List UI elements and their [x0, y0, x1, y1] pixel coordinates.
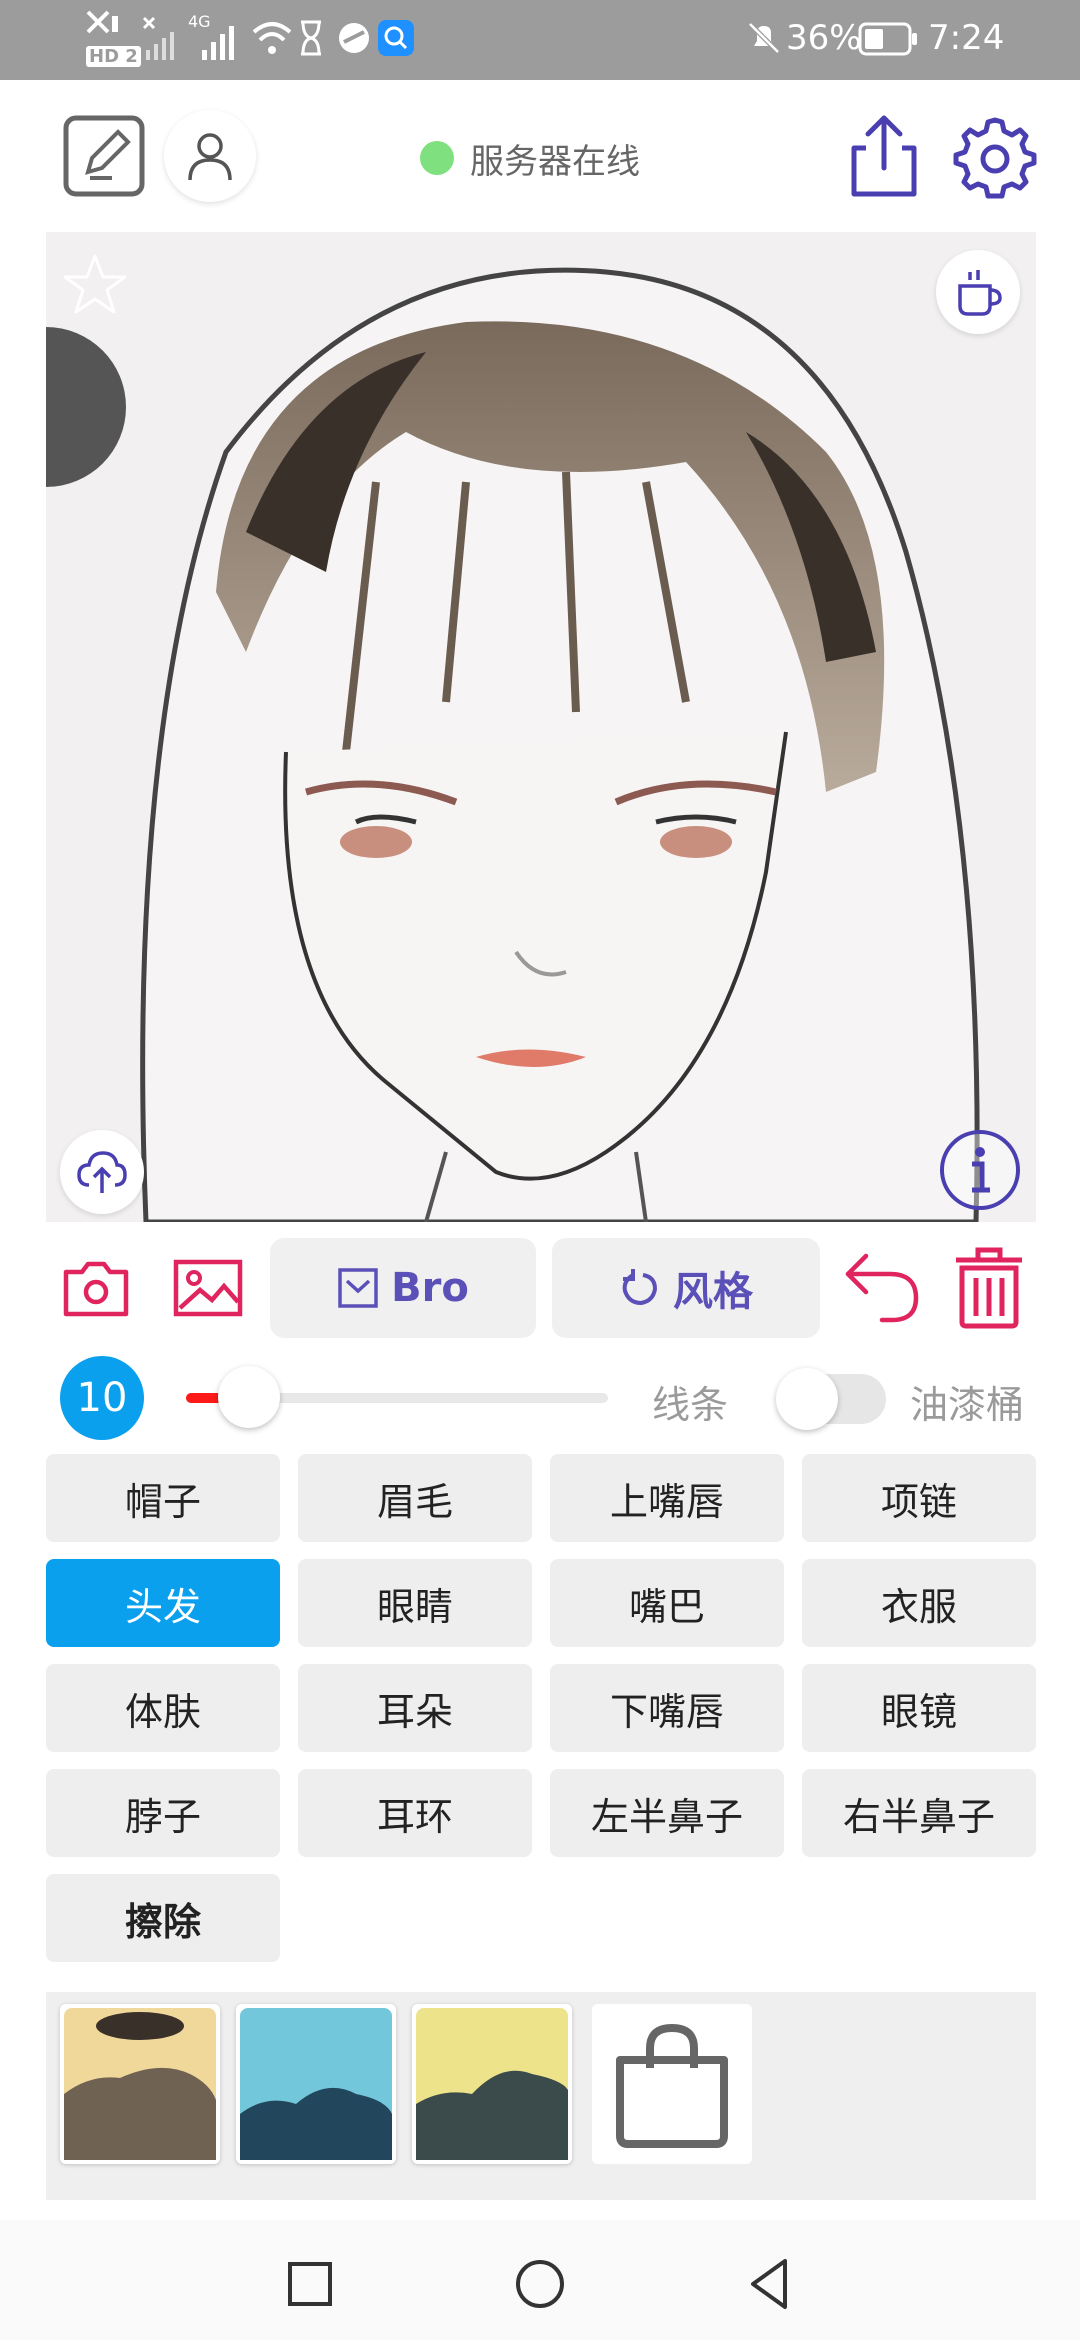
part-button[interactable]: 耳朵 [298, 1664, 532, 1752]
back-button[interactable] [730, 2244, 810, 2324]
brush-size-badge: 10 [60, 1356, 144, 1440]
swatch-preset-3[interactable] [412, 2004, 572, 2164]
status-dot [420, 141, 454, 175]
status-bar: HD 2 4G 36% 7:24 [0, 0, 1080, 80]
part-button[interactable]: 脖子 [46, 1769, 280, 1857]
bro-button[interactable]: Bro [270, 1238, 536, 1338]
part-button[interactable]: 上嘴唇 [550, 1454, 784, 1542]
user-icon [188, 133, 232, 181]
part-button[interactable]: 衣服 [802, 1559, 1036, 1647]
star-icon [63, 254, 127, 314]
mail-icon [338, 1268, 378, 1308]
vpn-icon [336, 20, 372, 60]
edit-icon [63, 115, 145, 197]
part-button[interactable]: 头发 [46, 1559, 280, 1647]
undo-button[interactable] [842, 1250, 922, 1324]
signal-weak-icon [140, 14, 180, 68]
part-button[interactable]: 耳环 [298, 1769, 532, 1857]
part-button[interactable]: 嘴巴 [550, 1559, 784, 1647]
swatch-panel [46, 1992, 1036, 2200]
search-app-icon [378, 20, 414, 56]
settings-button[interactable] [952, 114, 1038, 200]
paint-bucket-label: 油漆桶 [910, 1383, 1025, 1427]
swatch-thumbnail [240, 2008, 392, 2160]
settings-icon [953, 117, 1037, 199]
home-icon [516, 2260, 564, 2308]
toggle-thumb[interactable] [776, 1368, 838, 1430]
recent-apps-icon [288, 2262, 332, 2306]
wifi-icon [250, 18, 294, 62]
part-button[interactable]: 左半鼻子 [550, 1769, 784, 1857]
navigation-bar [0, 2220, 1080, 2340]
delete-button[interactable] [952, 1246, 1026, 1330]
style-button[interactable]: 风格 [552, 1238, 820, 1338]
edit-button[interactable] [62, 114, 146, 198]
part-button[interactable]: 眼睛 [298, 1559, 532, 1647]
style-label: 风格 [673, 1269, 753, 1315]
signal-icon [196, 14, 240, 68]
part-button[interactable]: 眼镜 [802, 1664, 1036, 1752]
home-button[interactable] [500, 2244, 580, 2324]
swatch-preset-1[interactable] [60, 2004, 220, 2164]
mute-icon [744, 18, 784, 62]
part-button[interactable]: 帽子 [46, 1454, 280, 1542]
shopping-bag-icon [616, 2023, 728, 2148]
drawing-canvas[interactable] [46, 232, 1036, 1222]
undo-icon [845, 1253, 919, 1323]
swatch-thumbnail [64, 2008, 216, 2160]
gallery-button[interactable] [172, 1258, 244, 1318]
donate-button[interactable] [936, 250, 1020, 334]
coffee-icon [958, 270, 1002, 316]
part-button[interactable]: 眉毛 [298, 1454, 532, 1542]
info-button[interactable] [938, 1128, 1022, 1212]
swatch-preset-2[interactable] [236, 2004, 396, 2164]
share-icon [851, 115, 917, 197]
part-button[interactable]: 体肤 [46, 1664, 280, 1752]
hd-badge: HD 2 [86, 46, 141, 67]
upload-button[interactable] [60, 1130, 144, 1214]
part-button[interactable]: 擦除 [46, 1874, 280, 1962]
share-button[interactable] [844, 112, 924, 202]
part-button[interactable]: 下嘴唇 [550, 1664, 784, 1752]
info-icon [940, 1130, 1020, 1210]
refresh-icon [622, 1269, 658, 1306]
camera-icon [63, 1261, 129, 1317]
cloud-upload-icon [77, 1151, 127, 1193]
hourglass-icon [298, 20, 324, 60]
recent-apps-button[interactable] [270, 2244, 350, 2324]
server-status-text: 服务器在线 [470, 141, 640, 182]
shop-button[interactable] [592, 2004, 752, 2164]
back-icon [751, 2259, 787, 2309]
part-button[interactable]: 项链 [802, 1454, 1036, 1542]
lines-label: 线条 [652, 1383, 729, 1427]
user-button[interactable] [164, 110, 256, 202]
clock: 7:24 [928, 18, 1005, 58]
battery-icon [858, 22, 918, 60]
server-status: 服务器在线 [420, 130, 640, 186]
image-icon [173, 1259, 243, 1317]
bro-label: Bro [391, 1265, 469, 1311]
portrait-drawing [46, 232, 1036, 1222]
part-button[interactable]: 右半鼻子 [802, 1769, 1036, 1857]
favorite-button[interactable] [60, 250, 130, 324]
camera-button[interactable] [62, 1258, 130, 1318]
trash-icon [956, 1247, 1022, 1329]
battery-percent: 36% [786, 18, 862, 58]
swatch-thumbnail [416, 2008, 568, 2160]
slider-thumb[interactable] [218, 1366, 280, 1428]
